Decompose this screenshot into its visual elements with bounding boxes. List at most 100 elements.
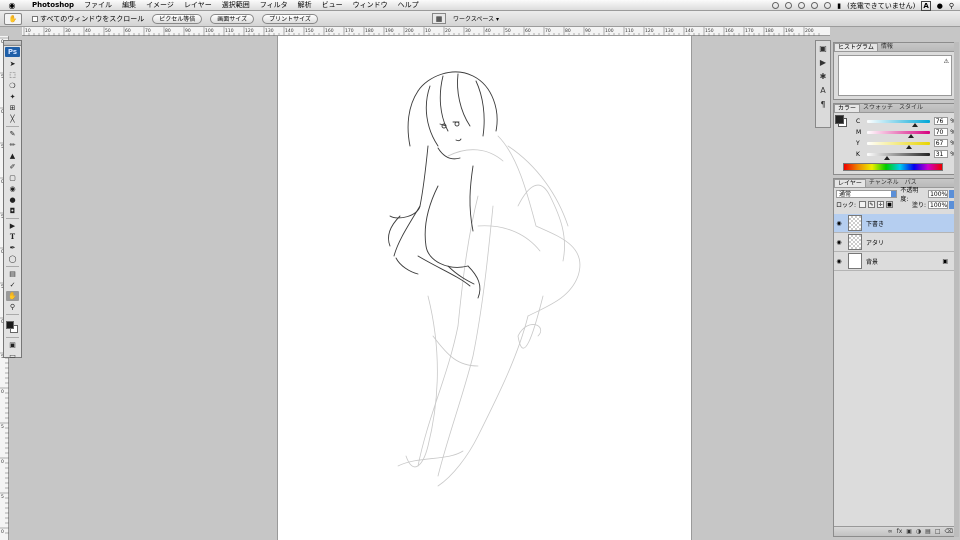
adjustment-layer-icon[interactable]: ◑	[916, 528, 921, 535]
battery-icon[interactable]: ▮	[837, 2, 841, 10]
slider-track[interactable]	[867, 141, 930, 149]
marquee-tool-icon[interactable]: ⬚	[6, 70, 19, 80]
visibility-eye-icon[interactable]: ◉	[835, 220, 843, 227]
quick-mask-icon[interactable]: ▣	[6, 340, 19, 350]
opacity-field[interactable]: 100%	[928, 189, 949, 198]
zoom-tool-icon[interactable]: ⚲	[6, 302, 19, 312]
color-spectrum[interactable]	[843, 163, 943, 171]
menu-analysis[interactable]: 解析	[298, 0, 312, 10]
visibility-eye-icon[interactable]: ◉	[835, 258, 843, 265]
workspace-menu[interactable]: ワークスペース ▾	[453, 14, 499, 23]
type-tool-icon[interactable]: T	[6, 232, 19, 242]
trash-icon[interactable]: ⌫	[945, 528, 953, 535]
channel-value-field[interactable]: 67	[933, 139, 949, 147]
fill-field[interactable]: 100%	[928, 200, 948, 209]
layer-row[interactable]: ◉ アタリ	[834, 233, 956, 252]
path-selection-tool-icon[interactable]: ▶	[6, 221, 19, 231]
slider-thumb[interactable]	[906, 144, 913, 149]
magic-wand-tool-icon[interactable]: ✦	[6, 92, 19, 102]
notes-tool-icon[interactable]: ▤	[6, 269, 19, 279]
tab-color[interactable]: カラー	[834, 104, 861, 112]
channel-value-field[interactable]: 31	[933, 150, 949, 158]
checkbox-box[interactable]	[32, 15, 38, 22]
link-layers-icon[interactable]: ∞	[888, 528, 893, 535]
navigator-icon[interactable]: ▣	[817, 43, 829, 55]
foreground-color-chip[interactable]	[835, 115, 844, 124]
slider-thumb[interactable]	[911, 122, 918, 127]
sync-icon[interactable]	[798, 2, 806, 9]
tools-panel-header[interactable]	[4, 41, 21, 46]
ps-logo[interactable]: Ps	[5, 47, 20, 57]
menu-edit[interactable]: 編集	[122, 0, 136, 10]
crop-tool-icon[interactable]: ⊞	[6, 103, 19, 113]
bluetooth-icon[interactable]	[772, 2, 780, 9]
slider-thumb[interactable]	[883, 155, 890, 160]
document-canvas[interactable]	[278, 36, 691, 540]
slider-track[interactable]	[867, 130, 930, 138]
actual-pixels-button[interactable]: ピクセル等倍	[152, 13, 203, 24]
lasso-tool-icon[interactable]: ❍	[6, 81, 19, 91]
slice-tool-icon[interactable]: ╳	[6, 114, 19, 124]
tab-layers[interactable]: レイヤー	[834, 179, 866, 187]
lock-position-icon[interactable]: ✛	[877, 201, 885, 208]
menu-view[interactable]: ビュー	[322, 0, 343, 10]
dodge-tool-icon[interactable]: ◘	[6, 206, 19, 216]
blend-mode-select[interactable]: 通常	[836, 189, 898, 198]
menu-help[interactable]: ヘルプ	[398, 0, 419, 10]
tab-info[interactable]: 情報	[878, 43, 896, 51]
move-tool-icon[interactable]: ➤	[6, 59, 19, 69]
clone-stamp-tool-icon[interactable]: ▲	[6, 151, 19, 161]
tools-presets-icon[interactable]: ✱	[817, 71, 829, 83]
lock-transparency-icon[interactable]	[859, 201, 867, 208]
foreground-color-swatch[interactable]	[6, 321, 14, 329]
menu-select[interactable]: 選択範囲	[222, 0, 250, 10]
character-icon[interactable]: A	[817, 85, 829, 97]
tab-swatches[interactable]: スウォッチ	[860, 104, 896, 112]
layer-style-icon[interactable]: fx	[897, 528, 903, 535]
user-icon[interactable]: ●	[937, 2, 943, 10]
tab-styles[interactable]: スタイル	[896, 104, 926, 112]
blur-tool-icon[interactable]: ●	[6, 195, 19, 205]
layer-row[interactable]: ◉ 下書き	[834, 214, 956, 233]
new-layer-icon[interactable]: □	[935, 528, 941, 535]
channel-value-field[interactable]: 70	[933, 128, 949, 136]
hand-tool-icon[interactable]: ✋	[6, 291, 19, 301]
print-size-button[interactable]: プリントサイズ	[262, 13, 318, 24]
warning-icon[interactable]: ⚠	[944, 58, 949, 65]
tool-preset-picker[interactable]: ✋	[4, 12, 22, 25]
eyedropper-tool-icon[interactable]: ✓	[6, 280, 19, 290]
brush-tool-icon[interactable]: ✏	[6, 140, 19, 150]
screen-mode-icon[interactable]: ▭	[6, 351, 19, 361]
apple-menu-icon[interactable]: ◉	[6, 1, 18, 10]
menu-layer[interactable]: レイヤー	[184, 0, 212, 10]
add-mask-icon[interactable]: ▣	[906, 528, 912, 535]
slider-track[interactable]	[867, 152, 930, 160]
channel-value-field[interactable]: 76	[933, 117, 949, 125]
panel-scrollbar[interactable]	[954, 42, 959, 537]
menu-image[interactable]: イメージ	[146, 0, 174, 10]
actions-icon[interactable]: ▶	[817, 57, 829, 69]
healing-brush-tool-icon[interactable]: ✎	[6, 129, 19, 139]
shape-tool-icon[interactable]: ◯	[6, 254, 19, 264]
lock-pixels-icon[interactable]: ✎	[868, 201, 876, 208]
app-menu[interactable]: Photoshop	[32, 1, 74, 9]
new-group-icon[interactable]: ▤	[925, 528, 931, 535]
slider-thumb[interactable]	[908, 133, 914, 138]
menu-window[interactable]: ウィンドウ	[353, 0, 388, 10]
time-machine-icon[interactable]	[785, 2, 793, 9]
spotlight-icon[interactable]: ⚲	[949, 2, 954, 10]
color-swatches[interactable]	[5, 317, 20, 335]
paint-bucket-tool-icon[interactable]: ◉	[6, 184, 19, 194]
scroll-all-windows-checkbox[interactable]: すべてのウィンドウをスクロール	[32, 14, 144, 24]
visibility-eye-icon[interactable]: ◉	[835, 239, 843, 246]
menu-filter[interactable]: フィルタ	[260, 0, 288, 10]
wifi-icon[interactable]	[811, 2, 819, 9]
pen-tool-icon[interactable]: ✒	[6, 243, 19, 253]
eraser-tool-icon[interactable]: ▢	[6, 173, 19, 183]
layer-row[interactable]: ◉ 背景 ▣	[834, 252, 956, 271]
paragraph-icon[interactable]: ¶	[817, 99, 829, 111]
input-menu-badge[interactable]: A	[921, 0, 931, 11]
slider-track[interactable]	[867, 119, 930, 127]
volume-icon[interactable]	[824, 2, 832, 9]
tab-channels[interactable]: チャンネル	[866, 179, 902, 187]
